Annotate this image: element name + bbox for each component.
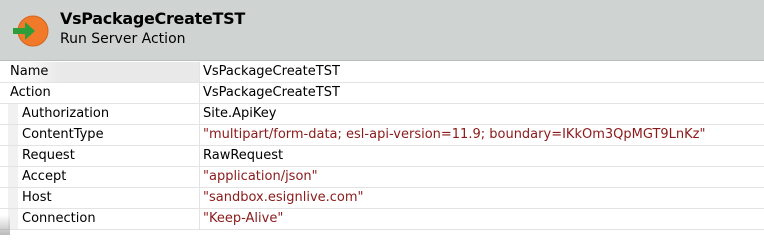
- property-value[interactable]: "multipart/form-data; esl-api-version=11…: [203, 125, 705, 145]
- property-value[interactable]: "Keep-Alive": [203, 209, 283, 229]
- property-row-authorization[interactable]: Authorization Site.ApiKey: [0, 104, 764, 125]
- property-value[interactable]: "sandbox.esignlive.com": [203, 188, 364, 208]
- property-label: Action: [0, 83, 200, 103]
- property-row-connection[interactable]: Connection "Keep-Alive": [0, 209, 764, 230]
- property-label: Request: [0, 146, 200, 166]
- property-label: Authorization: [0, 104, 200, 124]
- property-value[interactable]: RawRequest: [203, 146, 283, 166]
- property-label: Name: [0, 62, 200, 82]
- property-value[interactable]: VsPackageCreateTST: [203, 83, 340, 103]
- property-row-accept[interactable]: Accept "application/json": [0, 167, 764, 188]
- property-label: Connection: [0, 209, 200, 229]
- property-label: Accept: [0, 167, 200, 187]
- property-row-name[interactable]: Name VsPackageCreateTST: [0, 62, 764, 83]
- property-label: Host: [0, 188, 200, 208]
- action-header: VsPackageCreateTST Run Server Action: [0, 0, 764, 61]
- property-row-host[interactable]: Host "sandbox.esignlive.com": [0, 188, 764, 209]
- run-server-action-icon: [13, 15, 49, 47]
- properties-grid: Name VsPackageCreateTST Action VsPackage…: [0, 62, 764, 230]
- property-value[interactable]: VsPackageCreateTST: [203, 62, 340, 82]
- panel-edge-shadow: [0, 215, 10, 235]
- property-label: ContentType: [0, 125, 200, 145]
- property-value[interactable]: Site.ApiKey: [203, 104, 276, 124]
- property-row-request[interactable]: Request RawRequest: [0, 146, 764, 167]
- property-row-contenttype[interactable]: ContentType "multipart/form-data; esl-ap…: [0, 125, 764, 146]
- property-value[interactable]: "application/json": [203, 167, 318, 187]
- property-row-action[interactable]: Action VsPackageCreateTST: [0, 83, 764, 104]
- action-subtitle: Run Server Action: [60, 31, 186, 47]
- action-title: VsPackageCreateTST: [60, 9, 245, 28]
